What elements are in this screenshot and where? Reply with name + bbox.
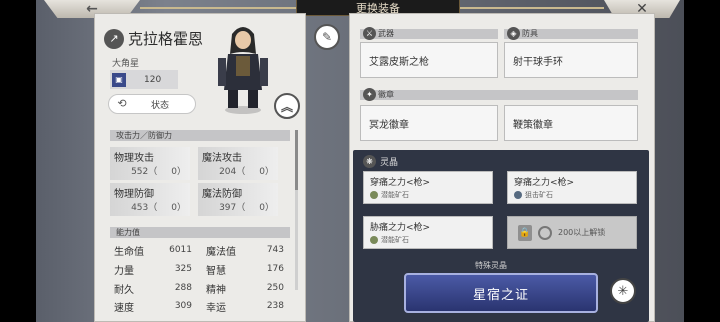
mag-def-stat: 魔法防御 397（ 0）	[198, 183, 278, 216]
ability-label: 魔法值	[206, 246, 236, 258]
special-crystal-label: 特殊灵晶	[475, 261, 507, 270]
emblem-header-label: 徽章	[378, 90, 394, 99]
crystal-slot-2[interactable]: 穿痛之力<枪> 狙击矿石	[507, 171, 637, 204]
weapon-slot[interactable]: 艾露皮斯之枪	[360, 42, 498, 78]
armor-slot[interactable]: 射干球手环	[504, 42, 638, 78]
mag-atk-label: 魔法攻击	[202, 153, 242, 164]
ore-icon	[370, 191, 378, 199]
crystal-name: 穿痛之力<枪>	[514, 178, 575, 188]
ability-label: 耐久	[114, 284, 134, 296]
ability-label: 速度	[114, 302, 134, 314]
ability-label: 力量	[114, 265, 134, 277]
level-value: 120	[144, 74, 162, 85]
character-name: ↗ 克拉格霍恩	[104, 28, 203, 49]
ability-label: 生命值	[114, 246, 144, 258]
crystal-header: ❋ 灵晶	[363, 155, 398, 168]
ability-value: 309	[174, 301, 192, 311]
ore-icon	[514, 191, 522, 199]
mag-atk-value: 204（ 0）	[219, 167, 274, 177]
refresh-icon: ⟲	[117, 97, 127, 110]
phys-def-value: 453（ 0）	[131, 203, 186, 213]
level-icon: ▣	[112, 72, 126, 87]
crystal-icon: ❋	[363, 155, 376, 168]
emblem-slot-2[interactable]: 鞭策徽章	[504, 105, 638, 141]
memo-icon[interactable]: ✎	[314, 24, 340, 50]
sword-icon: ⚔	[363, 27, 376, 40]
ability-value: 743	[266, 245, 284, 255]
star-proof-button[interactable]: 星宿之证	[404, 273, 598, 313]
crystal-sub: 潜能矿石	[370, 190, 409, 200]
ability-label: 精神	[206, 284, 226, 296]
crystal-name: 穿痛之力<枪>	[370, 178, 431, 188]
left-letterbox	[0, 0, 36, 322]
crystal-slot-3[interactable]: 胁痛之力<枪> 潜能矿石	[363, 216, 493, 249]
mag-def-label: 魔法防御	[202, 189, 242, 200]
phys-atk-label: 物理攻击	[114, 153, 154, 164]
crystal-sub: 狙击矿石	[514, 190, 553, 200]
mag-atk-stat: 魔法攻击 204（ 0）	[198, 147, 278, 180]
armor-header: ◈ 防具	[504, 27, 638, 40]
character-name-text: 克拉格霍恩	[128, 30, 204, 48]
emblem-header: ✦ 徽章	[360, 88, 638, 101]
crystal-name: 胁痛之力<枪>	[370, 223, 431, 233]
ability-value: 325	[174, 264, 192, 274]
right-letterbox	[684, 0, 720, 322]
emblem-slot-1[interactable]: 冥龙徽章	[360, 105, 498, 141]
unlock-label: 200以上解锁	[558, 228, 606, 237]
ability-row: 速度 309 幸运 238	[114, 298, 284, 314]
locked-crystal-slot[interactable]: 🔒 200以上解锁	[507, 216, 637, 249]
ability-row: 耐久 288 精神 250	[114, 280, 284, 296]
scrollbar-thumb[interactable]	[295, 130, 298, 190]
crystal-header-label: 灵晶	[380, 158, 399, 168]
attack-defense-header: 攻击力／防御力	[110, 130, 290, 141]
spiral-icon	[538, 225, 552, 240]
status-button[interactable]: ⟲ 状态	[108, 94, 196, 114]
shield-icon: ◈	[507, 27, 520, 40]
ability-value: 176	[266, 264, 284, 274]
ability-row: 力量 325 智慧 176	[114, 261, 284, 277]
ability-value: 288	[174, 283, 192, 293]
spear-icon: ↗	[104, 28, 124, 49]
phys-atk-value: 552（ 0）	[131, 167, 186, 177]
ability-row: 生命值 6011 魔法值 743	[114, 242, 284, 258]
mag-def-value: 397（ 0）	[219, 203, 274, 213]
level-row: ▣ 120	[110, 70, 178, 89]
ability-label: 幸运	[206, 302, 226, 314]
phys-def-label: 物理防御	[114, 189, 154, 200]
ore-icon	[370, 236, 378, 244]
ability-value: 250	[266, 283, 284, 293]
ability-value: 6011	[169, 245, 192, 255]
ability-label: 智慧	[206, 265, 226, 277]
expand-up-icon[interactable]: ︽	[274, 93, 300, 119]
weapon-header: ⚔ 武器	[360, 27, 498, 40]
lock-icon: 🔒	[518, 224, 532, 241]
crystal-sub: 潜能矿石	[370, 235, 409, 245]
phys-def-stat: 物理防御 453（ 0）	[110, 183, 190, 216]
armor-header-label: 防具	[522, 29, 538, 38]
abilities-header: 能力值	[110, 227, 290, 238]
emblem-icon: ✦	[363, 88, 376, 101]
status-label: 状态	[151, 100, 170, 111]
phys-atk-stat: 物理攻击 552（ 0）	[110, 147, 190, 180]
ability-value: 238	[266, 301, 284, 311]
character-subtitle: 大角星	[112, 59, 140, 69]
settings-gear-icon[interactable]: ✳	[610, 278, 636, 304]
character-portrait	[218, 27, 268, 114]
crystal-slot-1[interactable]: 穿痛之力<枪> 潜能矿石	[363, 171, 493, 204]
weapon-header-label: 武器	[378, 29, 394, 38]
